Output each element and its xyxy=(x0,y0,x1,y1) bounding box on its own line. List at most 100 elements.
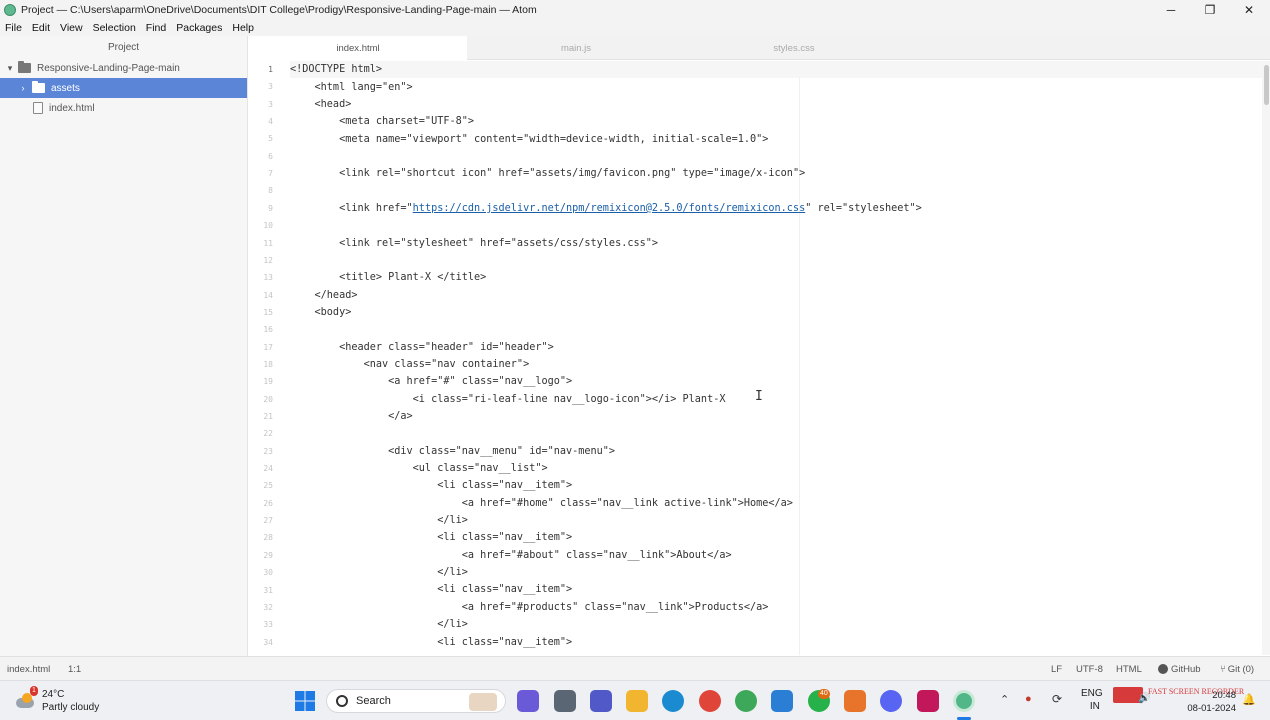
line-number[interactable]: 12 xyxy=(249,252,273,269)
code-line[interactable]: <li class="nav__item"> xyxy=(290,529,1262,546)
status-line-ending[interactable]: LF xyxy=(1051,657,1062,681)
line-number[interactable]: 5 xyxy=(249,130,273,147)
menu-selection[interactable]: Selection xyxy=(93,22,136,34)
line-number-gutter[interactable]: 1 3 3 4 5 6 7 8 9 10 11 12 13 14 15 16 17 18 19 20 21 22 23 24 2… xyxy=(249,61,279,655)
code-line[interactable]: <li class="nav__item"> xyxy=(290,477,1262,494)
line-number[interactable]: 22 xyxy=(249,425,273,442)
line-number[interactable]: 26 xyxy=(249,495,273,512)
code-line[interactable] xyxy=(290,148,1262,165)
chrome-profile-icon[interactable] xyxy=(735,690,757,712)
status-git[interactable]: ⑂ Git (0) xyxy=(1220,657,1254,681)
chevron-down-icon[interactable]: ▾ xyxy=(5,63,15,74)
tab-styles-css[interactable]: styles.css xyxy=(685,36,903,60)
status-grammar[interactable]: HTML xyxy=(1116,657,1142,681)
chevron-right-icon[interactable]: › xyxy=(18,83,28,93)
tree-root-folder[interactable]: ▾ Responsive-Landing-Page-main xyxy=(0,58,247,78)
code-line[interactable]: <html lang="en"> xyxy=(290,78,1262,95)
menu-file[interactable]: File xyxy=(5,22,22,34)
code-line[interactable]: </a> xyxy=(290,408,1262,425)
code-line[interactable]: <meta charset="UTF-8"> xyxy=(290,113,1262,130)
line-number[interactable]: 11 xyxy=(249,235,273,252)
code-editor[interactable]: 1 3 3 4 5 6 7 8 9 10 11 12 13 14 15 16 17 18 19 20 21 22 23 24 2… xyxy=(249,61,1270,655)
vscode-icon[interactable] xyxy=(771,690,793,712)
chrome-icon[interactable] xyxy=(699,690,721,712)
code-url-link[interactable]: https://cdn.jsdelivr.net/npm/remixicon@2… xyxy=(413,203,806,214)
copilot-icon[interactable] xyxy=(517,690,539,712)
line-number[interactable]: 13 xyxy=(249,269,273,286)
line-number[interactable]: 3 xyxy=(249,96,273,113)
code-line[interactable]: <a href="#" class="nav__logo"> xyxy=(290,373,1262,390)
code-line[interactable] xyxy=(290,252,1262,269)
line-number[interactable]: 19 xyxy=(249,373,273,390)
line-number[interactable]: 27 xyxy=(249,512,273,529)
line-number[interactable]: 31 xyxy=(249,582,273,599)
line-number[interactable]: 29 xyxy=(249,547,273,564)
tree-header[interactable]: Project xyxy=(0,36,247,58)
code-line[interactable]: </li> xyxy=(290,512,1262,529)
code-line[interactable]: <li class="nav__item"> xyxy=(290,581,1262,598)
windows-start-icon[interactable] xyxy=(294,690,316,712)
code-line[interactable] xyxy=(290,217,1262,234)
edge-browser-icon[interactable] xyxy=(662,690,684,712)
weather-widget[interactable]: 1 24°C Partly cloudy xyxy=(14,686,99,714)
tab-main-js[interactable]: main.js xyxy=(467,36,685,60)
line-number[interactable]: 20 xyxy=(249,391,273,408)
code-line[interactable]: <i class="ri-leaf-line nav__logo-icon"><… xyxy=(290,391,1262,408)
code-line[interactable]: <head> xyxy=(290,96,1262,113)
code-line[interactable]: <nav class="nav container"> xyxy=(290,356,1262,373)
system-clock[interactable]: 20:48 08-01-2024 xyxy=(1182,689,1236,715)
intellij-icon[interactable] xyxy=(917,690,939,712)
code-line[interactable]: <ul class="nav__list"> xyxy=(290,460,1262,477)
line-number[interactable]: 15 xyxy=(249,304,273,321)
line-number[interactable]: 4 xyxy=(249,113,273,130)
line-number[interactable]: 6 xyxy=(249,148,273,165)
code-line[interactable] xyxy=(290,425,1262,442)
tab-index-html[interactable]: index.html xyxy=(249,36,467,60)
discord-icon[interactable] xyxy=(880,690,902,712)
line-number[interactable]: 8 xyxy=(249,182,273,199)
code-line[interactable]: <meta name="viewport" content="width=dev… xyxy=(290,130,1262,147)
maximize-button[interactable]: ❐ xyxy=(1191,0,1229,20)
code-line[interactable]: </li> xyxy=(290,616,1262,633)
line-number[interactable]: 10 xyxy=(249,217,273,234)
notification-bell-icon[interactable]: 🔔 xyxy=(1242,693,1256,706)
tree-item-assets[interactable]: › assets xyxy=(0,78,247,98)
tree-item-index-html[interactable]: index.html xyxy=(0,98,247,118)
menu-view[interactable]: View xyxy=(60,22,83,34)
line-number[interactable]: 21 xyxy=(249,408,273,425)
code-line[interactable]: <a href="#products" class="nav__link">Pr… xyxy=(290,599,1262,616)
menu-find[interactable]: Find xyxy=(146,22,166,34)
code-line[interactable]: <!DOCTYPE html> xyxy=(290,61,1262,79)
line-number[interactable]: 9 xyxy=(249,200,273,217)
line-number[interactable]: 7 xyxy=(249,165,273,182)
status-encoding[interactable]: UTF-8 xyxy=(1076,657,1103,681)
language-indicator[interactable]: ENG IN xyxy=(1081,687,1103,713)
minimize-button[interactable]: ─ xyxy=(1152,0,1190,20)
line-number[interactable]: 3 xyxy=(249,78,273,95)
code-area[interactable]: <!DOCTYPE html> <html lang="en"> <head> … xyxy=(290,61,1262,655)
line-number[interactable]: 1 xyxy=(249,61,273,78)
code-line[interactable]: </head> xyxy=(290,286,1262,303)
code-line[interactable] xyxy=(290,182,1262,199)
line-number[interactable]: 25 xyxy=(249,477,273,494)
tray-app-icon[interactable]: ● xyxy=(1025,693,1032,705)
line-number[interactable]: 18 xyxy=(249,356,273,373)
code-line[interactable]: <a href="#home" class="nav__link active-… xyxy=(290,495,1262,512)
close-button[interactable]: ✕ xyxy=(1230,0,1268,20)
line-number[interactable]: 23 xyxy=(249,443,273,460)
code-line[interactable]: <link rel="stylesheet" href="assets/css/… xyxy=(290,234,1262,251)
code-line[interactable]: <header class="header" id="header"> xyxy=(290,339,1262,356)
code-line[interactable] xyxy=(290,321,1262,338)
atom-taskbar-icon[interactable] xyxy=(953,690,975,712)
status-github[interactable]: GitHub xyxy=(1158,657,1201,681)
teams-icon[interactable] xyxy=(590,690,612,712)
sync-icon[interactable]: ⟳ xyxy=(1052,692,1062,706)
chevron-up-icon[interactable]: ⌃ xyxy=(1000,693,1009,706)
code-line[interactable]: <a href="#about" class="nav__link">About… xyxy=(290,547,1262,564)
status-cursor-position[interactable]: 1:1 xyxy=(68,657,81,681)
line-number[interactable]: 34 xyxy=(249,634,273,651)
line-number[interactable]: 14 xyxy=(249,287,273,304)
code-line[interactable]: <li class="nav__item"> xyxy=(290,633,1262,650)
menu-packages[interactable]: Packages xyxy=(176,22,222,34)
code-line[interactable]: <title> Plant-X </title> xyxy=(290,269,1262,286)
